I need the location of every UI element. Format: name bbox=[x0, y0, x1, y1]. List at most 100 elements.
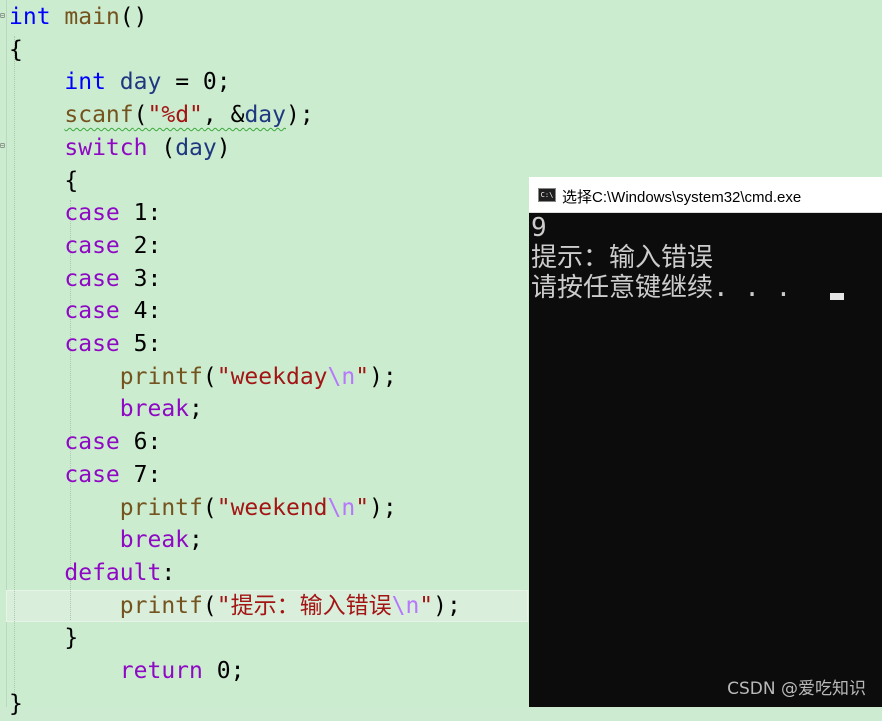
console-line: 9 bbox=[531, 213, 547, 243]
code-token: } bbox=[9, 690, 23, 717]
console-window[interactable]: C:\ 选择C:\Windows\system32\cmd.exe 9 提示：输… bbox=[529, 177, 882, 707]
code-token: "提示：输入错误 bbox=[216, 592, 392, 619]
code-token: ( bbox=[202, 363, 217, 390]
code-token: ) bbox=[216, 134, 231, 161]
code-line[interactable]: break; bbox=[9, 524, 203, 557]
code-token: 6: bbox=[119, 429, 162, 456]
code-line[interactable]: switch (day) bbox=[9, 132, 231, 165]
code-token: day bbox=[175, 134, 217, 161]
code-token: { bbox=[9, 36, 23, 63]
code-line[interactable]: case 1: bbox=[9, 197, 161, 230]
code-token: } bbox=[9, 625, 79, 652]
code-token: break bbox=[119, 396, 190, 423]
watermark: CSDN @爱吃知识 bbox=[727, 679, 866, 699]
code-token: " bbox=[355, 363, 370, 390]
code-line[interactable]: case 3: bbox=[9, 263, 161, 296]
code-token: "weekday bbox=[216, 363, 328, 390]
code-token: \n bbox=[327, 363, 356, 390]
code-token: 5: bbox=[119, 331, 162, 357]
console-cursor bbox=[830, 293, 844, 300]
code-token: case bbox=[64, 232, 120, 259]
code-token: 0; bbox=[202, 658, 245, 684]
code-token: ( bbox=[202, 592, 217, 619]
console-line: 请按任意键继续. . . bbox=[531, 273, 807, 303]
code-token: printf bbox=[119, 592, 203, 619]
code-line[interactable]: int day = 0; bbox=[9, 66, 231, 99]
code-line[interactable]: scanf("%d", &day); bbox=[9, 99, 314, 132]
code-line[interactable]: case 6: bbox=[9, 426, 161, 459]
code-token: printf bbox=[119, 494, 203, 521]
code-line[interactable]: case 4: bbox=[9, 295, 161, 328]
console-titlebar[interactable]: C:\ 选择C:\Windows\system32\cmd.exe bbox=[529, 177, 882, 213]
code-token: ); bbox=[369, 494, 397, 521]
code-token: "%d" bbox=[147, 102, 203, 129]
code-line[interactable]: break; bbox=[9, 393, 203, 426]
code-token: " bbox=[355, 494, 370, 521]
code-line[interactable]: case 7: bbox=[9, 459, 161, 492]
code-line[interactable]: case 2: bbox=[9, 230, 161, 263]
code-token: = 0; bbox=[161, 69, 231, 96]
code-token: : bbox=[161, 559, 176, 586]
code-token: , & bbox=[202, 102, 245, 129]
code-token: day bbox=[244, 102, 286, 129]
code-token: default bbox=[64, 559, 162, 586]
code-token: ); bbox=[285, 102, 314, 129]
code-token: case bbox=[64, 200, 120, 227]
code-token: " bbox=[419, 592, 434, 619]
code-line[interactable]: } bbox=[9, 622, 78, 655]
code-token: "weekend bbox=[216, 494, 328, 521]
code-token: 4: bbox=[119, 298, 162, 325]
code-token: case bbox=[64, 298, 120, 325]
code-line[interactable]: printf("提示：输入错误\n"); bbox=[9, 590, 461, 623]
code-token: switch bbox=[64, 134, 148, 161]
code-token: { bbox=[9, 167, 79, 194]
code-token: \n bbox=[391, 592, 420, 619]
code-token: () bbox=[119, 4, 148, 30]
code-token: case bbox=[64, 265, 120, 292]
code-token: 3: bbox=[119, 265, 162, 292]
code-line[interactable]: printf("weekday\n"); bbox=[9, 361, 397, 394]
code-token: ( bbox=[133, 102, 148, 129]
code-token: case bbox=[64, 461, 120, 488]
collapse-icon[interactable]: ⊟ bbox=[0, 142, 6, 151]
code-token: main bbox=[64, 4, 120, 30]
code-token: ; bbox=[189, 527, 203, 554]
code-token: case bbox=[64, 331, 120, 357]
code-line[interactable]: { bbox=[9, 34, 23, 67]
code-line[interactable]: printf("weekend\n"); bbox=[9, 492, 397, 525]
code-line[interactable]: return 0; bbox=[9, 655, 245, 688]
cmd-icon: C:\ bbox=[538, 188, 556, 202]
code-token: day bbox=[119, 69, 162, 96]
code-token: ( bbox=[202, 494, 217, 521]
console-line: 提示：输入错误 bbox=[531, 243, 714, 273]
code-token: ( bbox=[147, 134, 176, 161]
collapse-icon[interactable]: ⊟ bbox=[0, 12, 6, 21]
code-token: ); bbox=[369, 363, 397, 390]
code-line[interactable]: default: bbox=[9, 557, 175, 590]
code-token: int bbox=[64, 69, 106, 96]
code-line[interactable]: { bbox=[9, 165, 78, 198]
code-line[interactable]: int main() bbox=[9, 1, 148, 34]
code-token: return bbox=[119, 658, 203, 684]
code-token: break bbox=[119, 527, 190, 554]
code-token: int bbox=[9, 4, 51, 30]
code-line[interactable]: } bbox=[9, 688, 23, 721]
code-token: 2: bbox=[119, 232, 162, 259]
code-line[interactable]: case 5: bbox=[9, 328, 161, 361]
code-token: 1: bbox=[119, 200, 162, 227]
